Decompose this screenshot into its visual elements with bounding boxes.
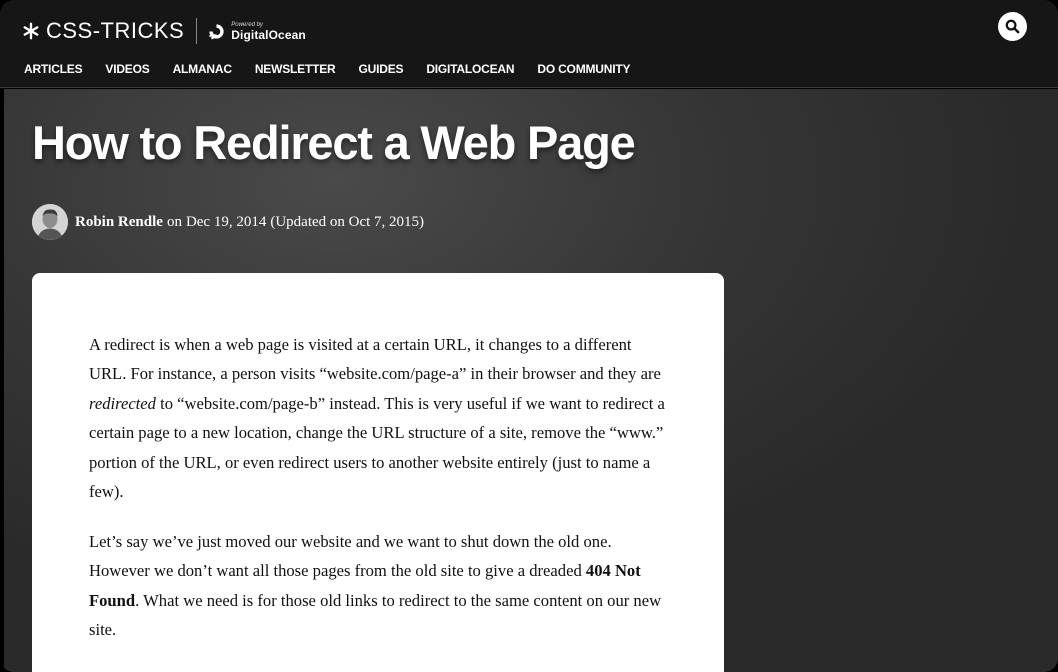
author-name[interactable]: Robin Rendle bbox=[75, 214, 163, 231]
site-header: CSS-TRICKS Powered by DigitalOcean ARTIC… bbox=[0, 0, 1058, 88]
site-logo[interactable]: CSS-TRICKS Powered by DigitalOcean bbox=[22, 17, 306, 45]
nav-do-community[interactable]: DO COMMUNITY bbox=[537, 62, 630, 76]
powered-by-label: Powered by bbox=[231, 21, 263, 28]
byline: Robin Rendle on Dec 19, 2014 (Updated on… bbox=[32, 204, 424, 240]
paragraph-scenario-text-b: . What we need is for those old links to… bbox=[89, 590, 662, 640]
article-hero: How to Redirect a Web Page Robin Rendle … bbox=[4, 89, 1058, 672]
logo-text: CSS-TRICKS bbox=[46, 18, 185, 43]
main-nav: ARTICLES VIDEOS ALMANAC NEWSLETTER GUIDE… bbox=[24, 62, 653, 76]
updated-date: (Updated on Oct 7, 2015) bbox=[270, 213, 425, 230]
asterisk-icon bbox=[23, 22, 39, 40]
search-button[interactable] bbox=[998, 12, 1027, 41]
digitalocean-logo-icon bbox=[209, 23, 224, 39]
paragraph-scenario: Let’s say we’ve just moved our website a… bbox=[89, 527, 669, 645]
nav-newsletter[interactable]: NEWSLETTER bbox=[255, 62, 336, 76]
partner-name: DigitalOcean bbox=[231, 27, 306, 42]
partner-text: Powered by DigitalOcean bbox=[231, 22, 306, 41]
search-icon bbox=[1005, 19, 1020, 34]
article-body: A redirect is when a web page is visited… bbox=[32, 273, 724, 672]
nav-articles[interactable]: ARTICLES bbox=[24, 62, 83, 76]
paragraph-intro-text-b: to “website.com/page-b” instead. This is… bbox=[89, 393, 665, 502]
avatar-image bbox=[32, 204, 68, 240]
emphasis-redirected: redirected bbox=[89, 393, 156, 413]
nav-digitalocean[interactable]: DIGITALOCEAN bbox=[426, 62, 514, 76]
paragraph-intro-text-a: A redirect is when a web page is visited… bbox=[89, 335, 661, 384]
nav-videos[interactable]: VIDEOS bbox=[105, 62, 149, 76]
page-title: How to Redirect a Web Page bbox=[32, 116, 636, 169]
author-avatar[interactable] bbox=[32, 204, 68, 240]
browser-window: CSS-TRICKS Powered by DigitalOcean ARTIC… bbox=[0, 0, 1058, 672]
byline-on: on bbox=[166, 213, 182, 230]
logo-divider bbox=[196, 18, 198, 44]
nav-guides[interactable]: GUIDES bbox=[359, 62, 404, 76]
paragraph-scenario-text-a: Let’s say we’ve just moved our website a… bbox=[89, 532, 612, 581]
publish-date: Dec 19, 2014 bbox=[185, 213, 267, 230]
nav-almanac[interactable]: ALMANAC bbox=[173, 62, 232, 76]
paragraph-intro: A redirect is when a web page is visited… bbox=[89, 330, 669, 506]
